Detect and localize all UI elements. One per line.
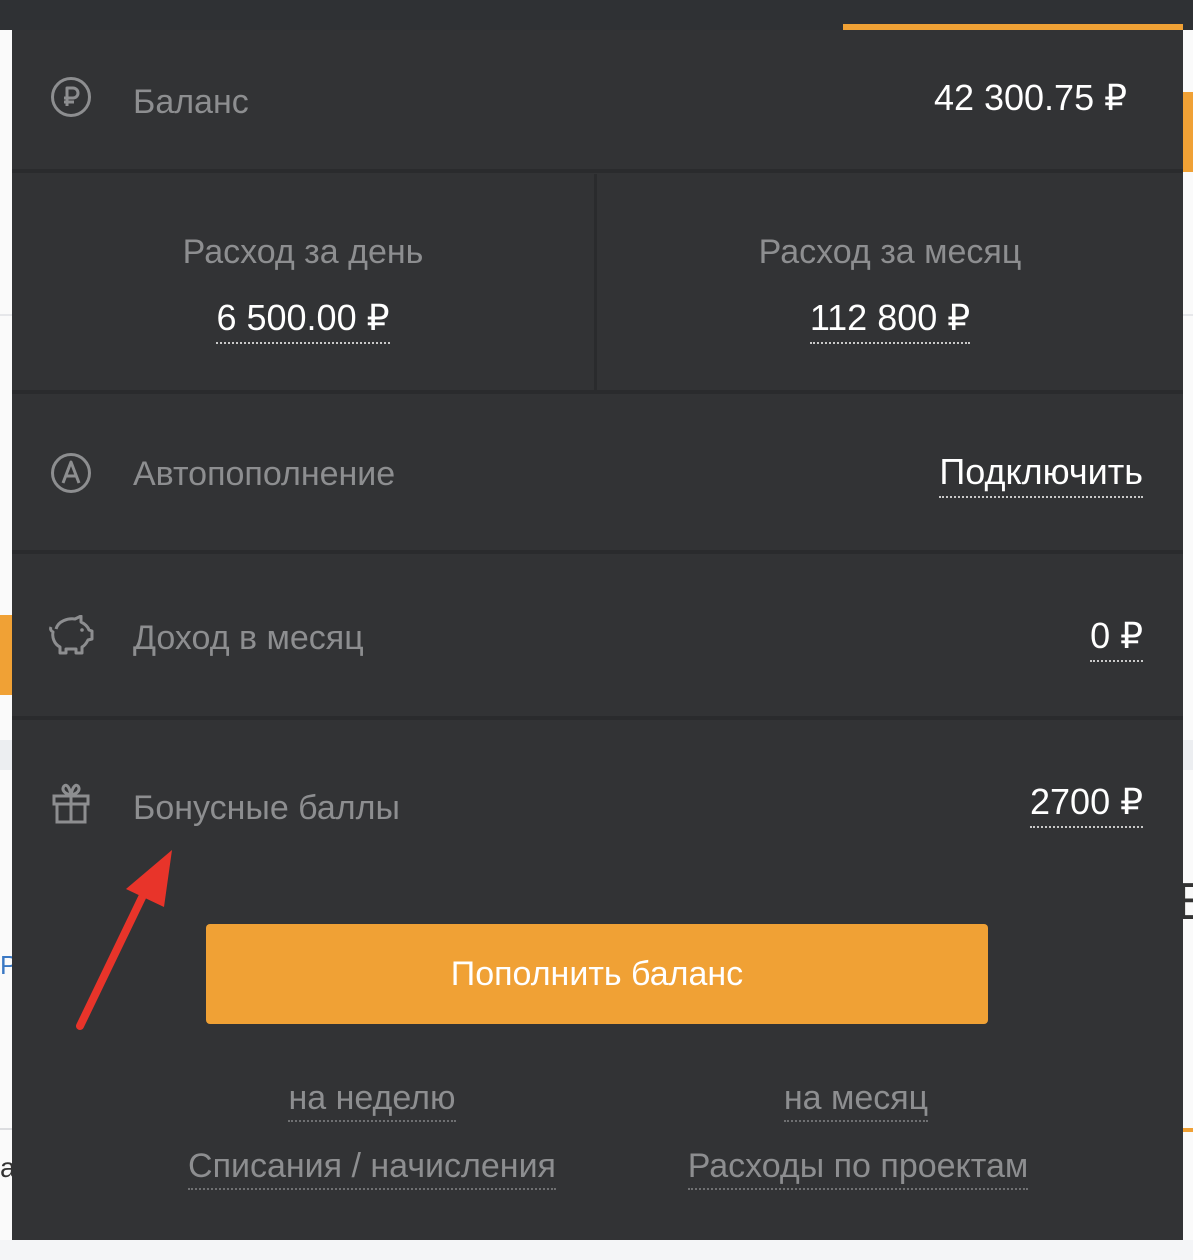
projects-link-wrap: Расходы по проектам xyxy=(652,1146,1064,1190)
background-link-fragment: Р xyxy=(0,950,12,980)
background-divider xyxy=(0,1128,12,1130)
bonus-label: Бонусные баллы xyxy=(133,789,400,827)
gift-icon xyxy=(48,780,94,826)
background-orange-block xyxy=(0,615,12,695)
background-divider xyxy=(1183,740,1193,770)
autotopup-label: Автопополнение xyxy=(133,455,396,493)
topup-week-link[interactable]: на неделю xyxy=(288,1079,456,1122)
monthly-spend-block: Расход за месяц 112 800 ₽ xyxy=(597,30,1183,344)
background-divider xyxy=(1183,1128,1193,1132)
autotopup-action-wrap: Подключить xyxy=(939,451,1143,498)
autotopup-row: Автопополнение Подключить xyxy=(12,394,1183,550)
background-divider xyxy=(1183,314,1193,316)
month-link-wrap: на месяц xyxy=(680,1078,1032,1122)
topup-balance-button[interactable]: Пополнить баланс xyxy=(206,924,988,1024)
daily-spend-value[interactable]: 6 500.00 ₽ xyxy=(216,298,390,344)
bonus-value-wrap: 2700 ₽ xyxy=(1030,781,1143,828)
daily-spend-label: Расход за день xyxy=(182,233,424,271)
background-divider xyxy=(0,314,12,316)
income-row: Доход в месяц 0 ₽ xyxy=(12,554,1183,716)
piggy-bank-icon xyxy=(48,612,94,658)
daily-spend-value-wrap: 6 500.00 ₽ xyxy=(12,298,594,344)
week-link-wrap: на неделю xyxy=(198,1078,546,1122)
background-page-right xyxy=(1183,30,1193,1240)
bonus-value[interactable]: 2700 ₽ xyxy=(1030,781,1143,828)
transactions-link-wrap: Списания / начисления xyxy=(124,1146,620,1190)
transactions-link[interactable]: Списания / начисления xyxy=(188,1147,556,1190)
income-value[interactable]: 0 ₽ xyxy=(1090,615,1143,662)
autopay-a-circle-icon xyxy=(48,450,94,496)
page: Р а В Баланс 42 300.75 ₽ Расход за день … xyxy=(0,0,1193,1260)
background-text-fragment: а xyxy=(0,1152,12,1183)
monthly-spend-label: Расход за месяц xyxy=(758,233,1022,271)
balance-dropdown-panel: Баланс 42 300.75 ₽ Расход за день 6 500.… xyxy=(12,30,1183,1240)
background-orange-button xyxy=(1183,92,1193,172)
income-value-wrap: 0 ₽ xyxy=(1090,615,1143,662)
autotopup-connect-link[interactable]: Подключить xyxy=(939,451,1143,498)
monthly-spend-value[interactable]: 112 800 ₽ xyxy=(809,298,971,344)
income-label: Доход в месяц xyxy=(133,619,364,657)
bonus-row: Бонусные баллы 2700 ₽ xyxy=(12,720,1183,890)
daily-spend-block: Расход за день 6 500.00 ₽ xyxy=(12,30,594,344)
monthly-spend-value-wrap: 112 800 ₽ xyxy=(597,298,1183,344)
project-expenses-link[interactable]: Расходы по проектам xyxy=(687,1147,1029,1190)
topup-month-link[interactable]: на месяц xyxy=(783,1079,929,1122)
background-divider xyxy=(0,740,12,770)
